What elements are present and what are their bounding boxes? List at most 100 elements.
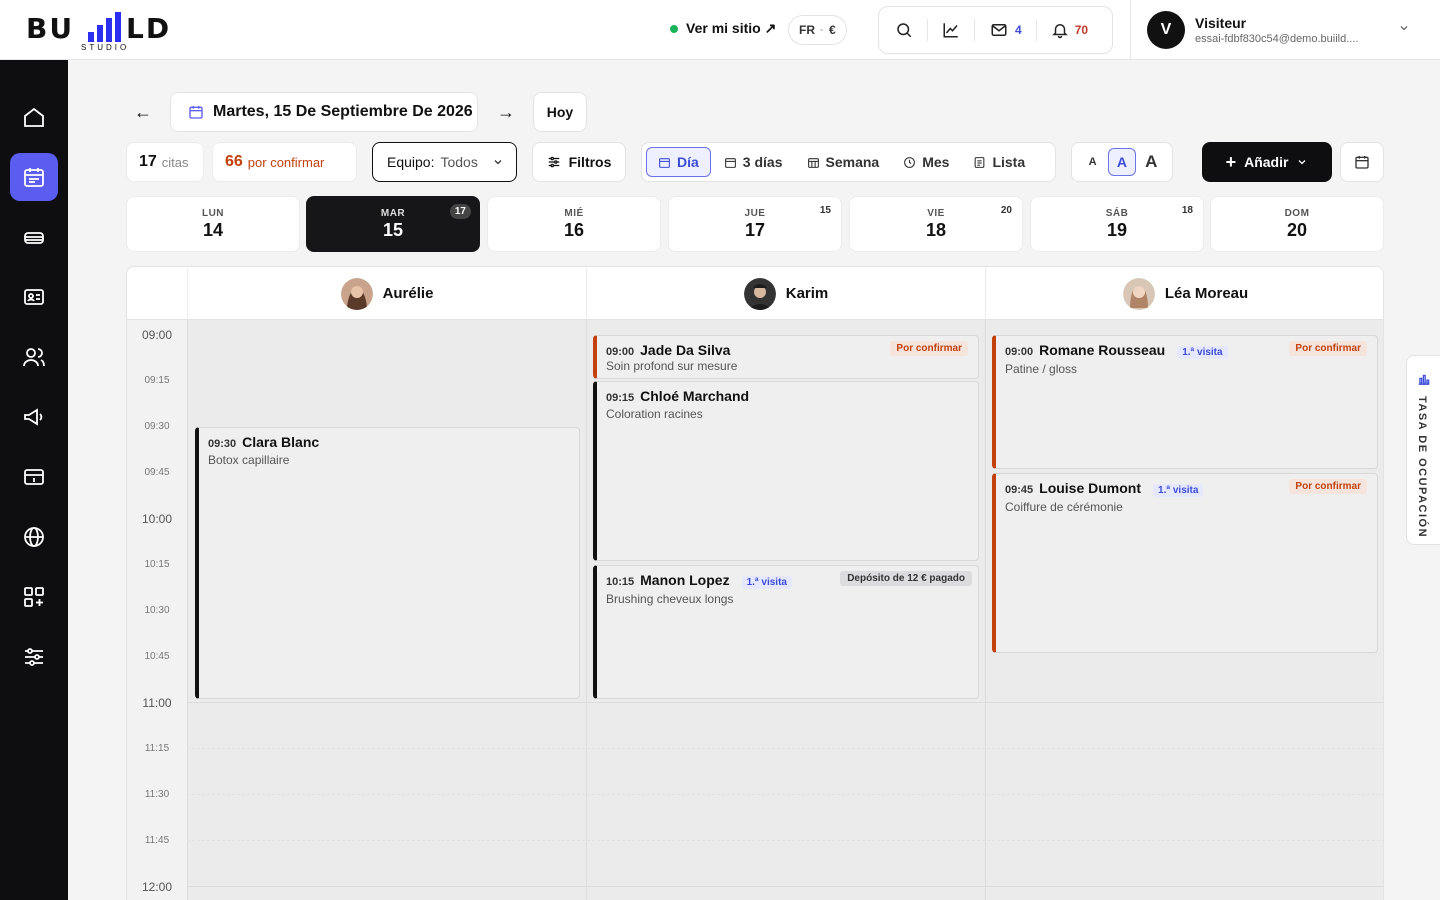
view-day[interactable]: Día xyxy=(646,147,711,177)
appointment-card[interactable]: 09:15 Chloé Marchand Coloration racines xyxy=(593,381,979,561)
staff-column-header[interactable]: Aurélie xyxy=(187,267,586,320)
language-label: FR xyxy=(799,23,815,37)
sidebar-item-website[interactable] xyxy=(10,513,58,561)
users-icon xyxy=(23,348,45,367)
time-label: 10:45 xyxy=(144,651,170,662)
sidebar-item-team[interactable] xyxy=(10,333,58,381)
team-select[interactable]: Equipo: Todos xyxy=(372,142,517,182)
currency-label: € xyxy=(829,23,836,37)
avatar xyxy=(743,277,776,310)
appointment-card[interactable]: 09:00 Jade Da Silva Soin profond sur mesu… xyxy=(593,335,979,379)
bell-icon xyxy=(1051,24,1068,39)
day-tab-sunday[interactable]: DOM 20 xyxy=(1210,196,1384,252)
quarter-line xyxy=(187,794,1383,795)
logo-bars-icon xyxy=(88,12,121,42)
chevron-down-icon xyxy=(1298,160,1306,165)
list-icon xyxy=(975,156,985,168)
calendar-week-icon xyxy=(807,157,819,168)
view-list[interactable]: Lista xyxy=(962,147,1036,177)
sidebar-item-payments[interactable] xyxy=(10,453,58,501)
sidebar-item-apps[interactable] xyxy=(10,573,58,621)
language-currency-selector[interactable]: FR · € xyxy=(788,15,847,45)
service-name: Brushing cheveux longs xyxy=(606,592,734,606)
stats-button[interactable] xyxy=(936,15,966,45)
day-name: DOM xyxy=(1284,208,1310,219)
first-visit-badge: 1.ª visita xyxy=(1153,484,1204,497)
search-icon xyxy=(897,23,912,38)
team-value: Todos xyxy=(440,154,478,170)
calendar-grid: Aurélie Karim Léa Moreau 09:00 09:15 09:… xyxy=(126,266,1384,900)
day-tab-tuesday[interactable]: MAR 15 17 xyxy=(306,196,480,252)
appointment-card[interactable]: 09:00 Romane Rousseau 1.ª visita Patine / … xyxy=(992,335,1378,469)
view-list-label: Lista xyxy=(992,154,1026,170)
deposit-badge: Depósito de 12 € pagado xyxy=(840,571,972,586)
globe-icon xyxy=(24,527,44,547)
view-site-label: Ver mi sitio ↗ xyxy=(686,20,777,36)
appointment-time: 09:15 xyxy=(606,392,635,404)
day-tab-friday[interactable]: VIE 18 20 xyxy=(849,196,1023,252)
status-badge: Por confirmar xyxy=(890,341,968,356)
divider xyxy=(1035,19,1037,41)
staff-column-header[interactable]: Léa Moreau xyxy=(985,267,1383,320)
day-tab-wednesday[interactable]: MIÉ 16 xyxy=(487,196,661,252)
view-month[interactable]: Mes xyxy=(892,147,960,177)
notifications-button[interactable]: 70 xyxy=(1045,15,1094,45)
appointment-time: 09:00 xyxy=(606,346,635,358)
sidebar-item-marketing[interactable] xyxy=(10,393,58,441)
appointment-card[interactable]: 09:30 Clara Blanc Botox capillaire xyxy=(195,427,580,699)
avatar xyxy=(340,277,373,310)
day-name: JUE xyxy=(744,208,766,219)
prev-day-button[interactable]: ← xyxy=(134,102,152,123)
font-size-medium[interactable]: A xyxy=(1107,148,1136,176)
sidebar-item-clients[interactable] xyxy=(10,273,58,321)
staff-name: Léa Moreau xyxy=(1164,285,1249,302)
logo-text-right: LD xyxy=(126,12,172,45)
time-label: 10:00 xyxy=(141,512,173,526)
filters-button[interactable]: Filtros xyxy=(532,142,626,182)
sidebar-item-calendar[interactable] xyxy=(10,153,58,201)
logo[interactable]: BU LD STUDIO xyxy=(26,8,186,54)
today-button[interactable]: Hoy xyxy=(533,92,587,132)
search-button[interactable] xyxy=(889,15,919,45)
status-badge: Por confirmar xyxy=(1289,341,1367,356)
view-site-link[interactable]: Ver mi sitio ↗ xyxy=(670,20,776,37)
apps-grid-icon xyxy=(24,587,44,607)
font-size-large[interactable]: A xyxy=(1137,148,1165,176)
team-label: Equipo: xyxy=(387,154,435,170)
date-picker-button[interactable]: Martes, 15 De Septiembre De 2026 xyxy=(170,92,478,132)
calendar-picker-button[interactable] xyxy=(1340,142,1384,182)
time-label: 11:00 xyxy=(142,696,172,710)
client-name: Clara Blanc xyxy=(242,434,320,450)
chair-icon xyxy=(24,232,44,244)
time-label: 11:45 xyxy=(144,835,170,846)
client-name: Romane Rousseau xyxy=(1039,342,1166,358)
appointment-card[interactable]: 09:45 Louise Dumont 1.ª visita Coiffure de… xyxy=(992,473,1378,653)
sidebar-item-services[interactable] xyxy=(10,213,58,261)
appointment-card[interactable]: 10:15 Manon Lopez 1.ª visita Brushing chev… xyxy=(593,565,979,699)
sidebar-item-settings[interactable] xyxy=(10,633,58,681)
view-week[interactable]: Semana xyxy=(796,147,891,177)
time-label: 10:15 xyxy=(144,559,170,570)
user-menu[interactable]: V Visiteur essai-fdbf830c54@demo.buiild.… xyxy=(1130,0,1440,60)
client-name: Jade Da Silva xyxy=(640,342,731,358)
day-tab-thursday[interactable]: JUE 17 15 xyxy=(668,196,842,252)
sidebar-item-home[interactable] xyxy=(10,93,58,141)
pending-count[interactable]: 66 por confirmar xyxy=(212,142,357,182)
sidebar xyxy=(0,60,68,900)
staff-column-header[interactable]: Karim xyxy=(586,267,985,320)
service-name: Patine / gloss xyxy=(1005,362,1078,376)
cash-register-icon xyxy=(24,469,44,485)
day-appointment-count: 17 xyxy=(449,204,471,219)
next-day-button[interactable]: → xyxy=(497,102,515,123)
occupancy-tab[interactable]: TASA DE OCUPACIÓN xyxy=(1406,355,1440,545)
time-label: 11:30 xyxy=(144,789,170,800)
day-tab-saturday[interactable]: SÁB 19 18 xyxy=(1030,196,1204,252)
client-name: Manon Lopez xyxy=(640,572,730,588)
font-size-small[interactable]: A xyxy=(1079,148,1107,176)
view-3-days[interactable]: 3 días xyxy=(713,147,794,177)
add-button[interactable]: + Añadir xyxy=(1202,142,1332,182)
day-tab-monday[interactable]: LUN 14 xyxy=(126,196,300,252)
day-number: 16 xyxy=(563,220,585,240)
messages-button[interactable]: 4 xyxy=(983,15,1028,45)
day-appointment-count: 15 xyxy=(819,205,831,216)
